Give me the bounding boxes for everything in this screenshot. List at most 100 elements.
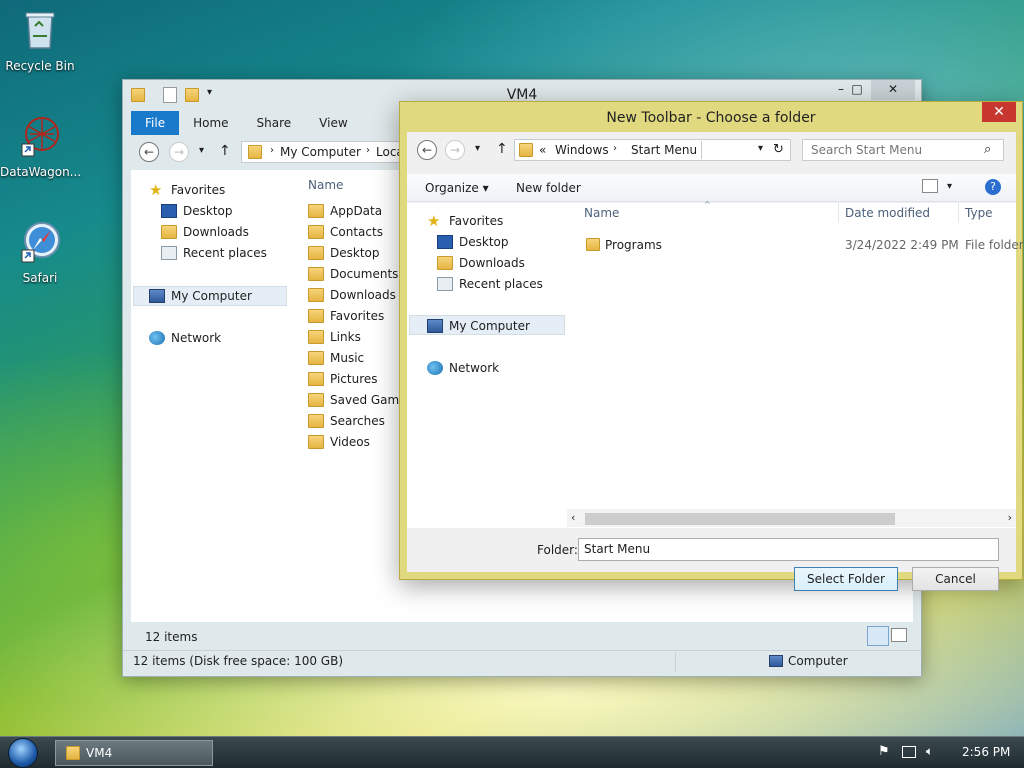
scroll-right-icon[interactable]: › bbox=[1008, 511, 1012, 524]
folder-icon bbox=[308, 393, 324, 407]
address-dropdown-icon[interactable]: ▾ bbox=[758, 143, 763, 154]
list-item[interactable]: Music bbox=[308, 348, 364, 368]
list-item[interactable]: Saved Games bbox=[308, 390, 413, 410]
scroll-left-icon[interactable]: ‹ bbox=[571, 511, 575, 524]
row-name: Programs bbox=[605, 238, 662, 252]
recent-locations-chevron-icon[interactable]: ▾ bbox=[475, 143, 480, 154]
table-row[interactable]: Programs 3/24/2022 2:49 PM File folder bbox=[584, 235, 1024, 255]
large-icons-view-icon[interactable] bbox=[891, 628, 907, 642]
breadcrumb-item[interactable]: My Computer bbox=[280, 145, 361, 159]
maximize-button[interactable]: □ bbox=[843, 80, 871, 100]
network-tray-icon[interactable] bbox=[902, 746, 916, 758]
dialog-toolbar: Organize ▾ New folder ▾ ? bbox=[407, 174, 1016, 202]
folder-icon bbox=[308, 246, 324, 260]
list-item[interactable]: Contacts bbox=[308, 222, 383, 242]
column-header-date[interactable]: Date modified bbox=[845, 206, 930, 220]
folder-icon bbox=[308, 351, 324, 365]
tab-share[interactable]: Share bbox=[243, 111, 306, 135]
row-type: File folder bbox=[965, 238, 1024, 252]
close-button[interactable]: ✕ bbox=[871, 80, 915, 100]
breadcrumb-item[interactable]: Windows bbox=[555, 143, 609, 157]
breadcrumb-item[interactable]: Start Menu bbox=[627, 141, 703, 159]
select-folder-button[interactable]: Select Folder bbox=[794, 567, 898, 591]
nav-my-computer[interactable]: My Computer bbox=[427, 316, 530, 336]
computer-icon bbox=[769, 655, 783, 667]
folder-icon bbox=[308, 309, 324, 323]
action-center-flag-icon[interactable]: ⚑ bbox=[878, 744, 890, 759]
list-item[interactable]: Favorites bbox=[308, 306, 384, 326]
back-arrow-icon[interactable]: ← bbox=[139, 142, 159, 162]
column-divider bbox=[958, 203, 959, 223]
list-item[interactable]: AppData bbox=[308, 201, 382, 221]
column-header-type[interactable]: Type bbox=[965, 206, 993, 220]
details-view-icon[interactable] bbox=[867, 626, 889, 646]
list-item[interactable]: Videos bbox=[308, 432, 370, 452]
folder-icon bbox=[519, 143, 533, 157]
nav-downloads[interactable]: Downloads bbox=[161, 222, 249, 242]
downloads-folder-icon bbox=[161, 225, 177, 239]
list-item-label: Searches bbox=[330, 414, 385, 428]
nav-network[interactable]: Network bbox=[427, 358, 499, 378]
list-item[interactable]: Pictures bbox=[308, 369, 378, 389]
dialog-titlebar[interactable]: New Toolbar - Choose a folder ✕ bbox=[400, 102, 1022, 132]
nav-desktop[interactable]: Desktop bbox=[161, 201, 233, 221]
list-item[interactable]: Downloads bbox=[308, 285, 396, 305]
tab-view[interactable]: View bbox=[305, 111, 361, 135]
new-folder-button[interactable]: New folder bbox=[516, 181, 581, 195]
recycle-bin-icon bbox=[25, 12, 55, 49]
nav-recent-places[interactable]: Recent places bbox=[161, 243, 267, 263]
view-dropdown-icon[interactable]: ▾ bbox=[947, 181, 952, 192]
column-header-name[interactable]: Name bbox=[584, 206, 619, 220]
list-item[interactable]: Documents bbox=[308, 264, 398, 284]
item-count: 12 items bbox=[145, 630, 198, 644]
list-item-label: AppData bbox=[330, 204, 383, 218]
organize-button[interactable]: Organize ▾ bbox=[425, 181, 489, 195]
tab-home[interactable]: Home bbox=[179, 111, 242, 135]
search-icon[interactable]: ⌕ bbox=[984, 142, 991, 157]
tab-file[interactable]: File bbox=[131, 111, 180, 135]
breadcrumb-overflow-icon[interactable]: « bbox=[539, 143, 546, 157]
up-arrow-icon[interactable]: ↑ bbox=[496, 141, 508, 157]
column-divider bbox=[838, 203, 839, 223]
desktop-icon-safari[interactable]: Safari bbox=[0, 220, 80, 285]
nav-favorites[interactable]: ★ Favorites bbox=[427, 211, 503, 231]
list-item[interactable]: Links bbox=[308, 327, 361, 347]
help-icon[interactable]: ? bbox=[985, 179, 1001, 195]
network-icon bbox=[427, 361, 443, 375]
column-header-name[interactable]: Name bbox=[308, 178, 343, 192]
dialog-address-bar[interactable]: « Windows › Start Menu ▾ ↻ bbox=[514, 139, 791, 161]
scrollbar-thumb[interactable] bbox=[585, 513, 895, 525]
list-item[interactable]: Desktop bbox=[308, 243, 380, 263]
desktop-icon bbox=[161, 204, 177, 218]
nav-network[interactable]: Network bbox=[149, 328, 221, 348]
nav-my-computer[interactable]: My Computer bbox=[149, 286, 252, 306]
statusbar-separator bbox=[675, 652, 676, 672]
nav-recent-places[interactable]: Recent places bbox=[437, 274, 543, 294]
nav-favorites[interactable]: ★ Favorites bbox=[149, 180, 225, 200]
nav-desktop[interactable]: Desktop bbox=[437, 232, 509, 252]
forward-arrow-icon[interactable]: → bbox=[445, 140, 465, 160]
clock[interactable]: 2:56 PM bbox=[962, 745, 1010, 759]
horizontal-scrollbar[interactable]: ‹ › bbox=[567, 509, 1016, 527]
recent-locations-chevron-icon[interactable]: ▾ bbox=[199, 145, 204, 156]
refresh-icon[interactable]: ↻ bbox=[773, 142, 784, 157]
start-button-icon[interactable] bbox=[8, 738, 38, 768]
list-item[interactable]: Searches bbox=[308, 411, 385, 431]
dialog-close-button[interactable]: ✕ bbox=[982, 102, 1016, 122]
nav-downloads[interactable]: Downloads bbox=[437, 253, 525, 273]
back-arrow-icon[interactable]: ← bbox=[417, 140, 437, 160]
cancel-button[interactable]: Cancel bbox=[912, 567, 999, 591]
up-arrow-icon[interactable]: ↑ bbox=[219, 143, 231, 159]
taskbar-item-vm4[interactable]: VM4 bbox=[55, 740, 213, 766]
network-icon bbox=[149, 331, 165, 345]
folder-input[interactable]: Start Menu bbox=[578, 538, 999, 561]
dialog-search-input[interactable]: Search Start Menu bbox=[802, 139, 1004, 161]
folder-icon bbox=[308, 414, 324, 428]
view-options-icon[interactable] bbox=[922, 179, 938, 193]
folder-icon bbox=[248, 145, 262, 159]
volume-muted-icon[interactable]: 🔈︎ bbox=[926, 744, 933, 759]
dialog-content: ★ Favorites Desktop Downloads Recent plac… bbox=[407, 200, 1024, 528]
desktop-icon-datawagon[interactable]: DataWagon... bbox=[0, 114, 81, 179]
desktop-icon-recycle-bin[interactable]: Recycle Bin bbox=[0, 8, 80, 73]
forward-arrow-icon[interactable]: → bbox=[169, 142, 189, 162]
